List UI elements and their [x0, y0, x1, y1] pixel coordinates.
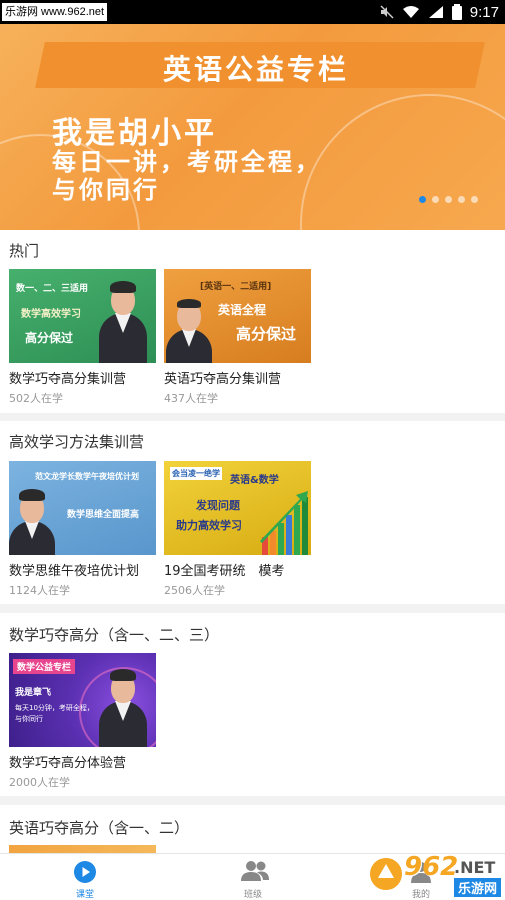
signal-icon [428, 6, 443, 18]
carousel-dot[interactable] [432, 196, 439, 203]
course-title: 数学思维午夜培优计划 [9, 564, 140, 579]
tab-classroom[interactable]: 课堂 [35, 854, 135, 900]
banner-tagline: 每日一讲，考研全程， 与你同行 [52, 148, 482, 204]
learner-count: 502人在学 [9, 392, 63, 405]
play-circle-icon [74, 861, 96, 883]
thumbnail-text: [英语一、二适用] [200, 282, 272, 292]
app-screen: 乐游网 www.962.net 9:17 英语公益专栏 我是胡小平 每日一讲，考… [0, 0, 505, 900]
thumbnail-text: 会当凌一绝学 [170, 467, 222, 480]
banner-tagline-line1: 每日一讲，考研全程， [52, 148, 322, 176]
thumbnail-text: 数学高效学习 [21, 309, 81, 320]
thumbnail-text: 范文龙学长数学午夜培优计划 [35, 472, 139, 481]
status-time: 9:17 [469, 3, 499, 21]
course-title: 数学巧夺高分集训营 [9, 372, 127, 387]
thumbnail-text: 与你同行 [15, 715, 43, 723]
course-thumbnail: 数学公益专栏 我是章飞 每天10分钟，考研全程， 与你同行 [9, 653, 156, 747]
course-card[interactable]: 数一、二、三适用 数学高效学习 高分保过 数学巧夺高分集训营 502人在学 [9, 269, 156, 409]
thumbnail-text: 助力高效学习 [176, 519, 242, 532]
section-title: 高效学习方法集训营 [9, 433, 145, 451]
promo-banner[interactable]: 英语公益专栏 我是胡小平 每日一讲，考研全程， 与你同行 [0, 24, 505, 230]
learner-count: 2506人在学 [164, 584, 225, 597]
section-math: 数学巧夺高分（含一、二、三） 数学公益专栏 我是章飞 每天10分钟，考研全程， … [0, 613, 505, 796]
course-title: 数学巧夺高分体验营 [9, 756, 127, 771]
thumbnail-text: 我是章飞 [15, 688, 52, 698]
section-methods: 高效学习方法集训营 范文龙学长数学午夜培优计划 数学思维全面提高 数学思维午夜培… [0, 421, 505, 604]
thumbnail-text: 每天10分钟，考研全程， [15, 704, 94, 712]
thumbnail-text: 发现问题 [196, 499, 240, 512]
section-hot: 热门 数一、二、三适用 数学高效学习 高分保过 数学巧夺高分集训营 502人在学 [0, 230, 505, 413]
section-title: 热门 [9, 242, 40, 260]
thumbnail-text: 高分保过 [25, 331, 74, 345]
learner-count: 1124人在学 [9, 584, 70, 597]
watermark-number: 962 [404, 852, 459, 882]
status-icons: 9:17 [380, 0, 499, 24]
thumbnail-text: 高分保过 [236, 325, 297, 343]
carousel-dot[interactable] [445, 196, 452, 203]
banner-tagline-line2: 与你同行 [52, 176, 160, 204]
course-thumbnail: 数一、二、三适用 数学高效学习 高分保过 [9, 269, 156, 363]
learner-count: 437人在学 [164, 392, 218, 405]
group-icon [241, 861, 269, 881]
mute-icon [380, 5, 394, 19]
wifi-icon [402, 6, 419, 18]
thumbnail-text: 数学思维全面提高 [67, 510, 140, 520]
course-card[interactable]: 数学公益专栏 我是章飞 每天10分钟，考研全程， 与你同行 数学巧夺高分体验营 … [9, 653, 156, 793]
course-card[interactable]: 会当凌一绝学 英语&数学 发现问题 助力高效学习 19全国考研统 模考 2506… [164, 461, 311, 601]
course-thumbnail: 会当凌一绝学 英语&数学 发现问题 助力高效学习 [164, 461, 311, 555]
tab-label: 班级 [243, 890, 262, 900]
bar-graphic [260, 491, 308, 555]
course-title: 19全国考研统 模考 [164, 564, 285, 579]
carousel-dot[interactable] [471, 196, 478, 203]
status-bar: 乐游网 www.962.net 9:17 [0, 0, 505, 24]
site-watermark-logo: 962 .NET 乐游网 [368, 850, 502, 898]
thumbnail-text: 数一、二、三适用 [16, 284, 89, 294]
banner-headline: 我是胡小平 [52, 116, 217, 151]
watermark-label: 乐游网 www.962.net [2, 3, 108, 21]
carousel-dot[interactable] [458, 196, 465, 203]
carousel-indicator [419, 196, 478, 203]
course-title: 英语巧夺高分集训营 [164, 372, 282, 387]
tab-class[interactable]: 班级 [203, 854, 303, 900]
thumbnail-text: 英语&数学 [230, 475, 279, 486]
carousel-dot[interactable] [419, 196, 426, 203]
banner-ribbon-text: 英语公益专栏 [162, 53, 349, 86]
section-title: 英语巧夺高分（含一、二） [9, 819, 190, 837]
watermark-name: 乐游网 [454, 878, 502, 897]
battery-icon [451, 4, 462, 20]
course-thumbnail: 范文龙学长数学午夜培优计划 数学思维全面提高 [9, 461, 156, 555]
course-card[interactable]: 范文龙学长数学午夜培优计划 数学思维全面提高 数学思维午夜培优计划 1124人在… [9, 461, 156, 601]
course-thumbnail: [英语一、二适用] 英语全程 高分保过 [164, 269, 311, 363]
learner-count: 2000人在学 [9, 776, 70, 789]
section-title: 数学巧夺高分（含一、二、三） [9, 626, 220, 644]
course-card[interactable]: [英语一、二适用] 英语全程 高分保过 英语巧夺高分集训营 437人在学 [164, 269, 311, 409]
thumbnail-text: 数学公益专栏 [13, 659, 76, 674]
thumbnail-text: 英语全程 [218, 303, 267, 317]
tab-label: 课堂 [75, 890, 94, 900]
watermark-domain: .NET [454, 858, 496, 877]
